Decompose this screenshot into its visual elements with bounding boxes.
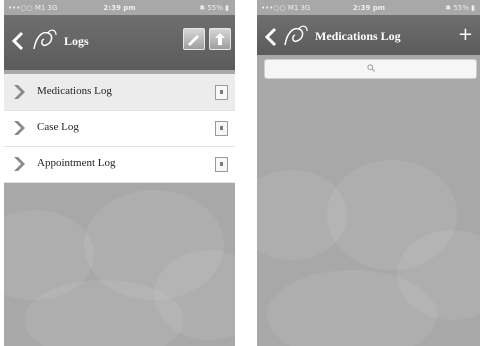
medications-log-screen: •••○○ M1 3G 2:39 pm ✱ 55% ▮ Medications … — [257, 0, 480, 346]
edit-icon — [188, 35, 199, 46]
app-logo-icon — [284, 25, 308, 46]
nav-bar: Logs — [4, 15, 235, 70]
status-bar: •••○○ M1 3G 2:39 pm ✱ 55% ▮ — [4, 0, 235, 15]
export-icon — [215, 33, 225, 45]
logs-screen: •••○○ M1 3G 2:39 pm ✱ 55% ▮ Logs Medicat… — [4, 0, 235, 346]
search-input[interactable] — [264, 59, 477, 79]
page-title: Medications Log — [315, 29, 401, 43]
chevron-right-icon — [14, 85, 25, 99]
document-icon[interactable] — [215, 85, 228, 100]
list-item-medications-log[interactable]: Medications Log — [4, 74, 235, 111]
list-item-label: Medications Log — [37, 85, 112, 97]
list-item-case-log[interactable]: Case Log — [4, 110, 235, 147]
chevron-right-icon — [14, 121, 25, 135]
battery-text: ✱ 55% ▮ — [199, 4, 229, 12]
add-button[interactable]: + — [458, 24, 473, 45]
list-item-appointment-log[interactable]: Appointment Log — [4, 146, 235, 183]
document-icon[interactable] — [215, 121, 228, 136]
nav-bar: Medications Log + — [257, 15, 480, 55]
app-logo-icon — [33, 29, 57, 50]
status-bar: •••○○ M1 3G 2:39 pm ✱ 55% ▮ — [257, 0, 480, 15]
log-list: Medications Log Case Log Appointment Log — [4, 74, 235, 183]
search-icon — [366, 64, 375, 72]
list-item-label: Appointment Log — [37, 157, 116, 169]
chevron-left-icon[interactable] — [10, 31, 26, 51]
chevron-left-icon[interactable] — [263, 27, 279, 47]
export-log-button[interactable] — [209, 28, 231, 50]
list-item-label: Case Log — [37, 121, 79, 133]
battery-text: ✱ 55% ▮ — [445, 4, 475, 12]
chevron-right-icon — [14, 157, 25, 171]
page-title: Logs — [64, 34, 89, 48]
document-icon[interactable] — [215, 157, 228, 172]
edit-log-button[interactable] — [183, 28, 205, 50]
